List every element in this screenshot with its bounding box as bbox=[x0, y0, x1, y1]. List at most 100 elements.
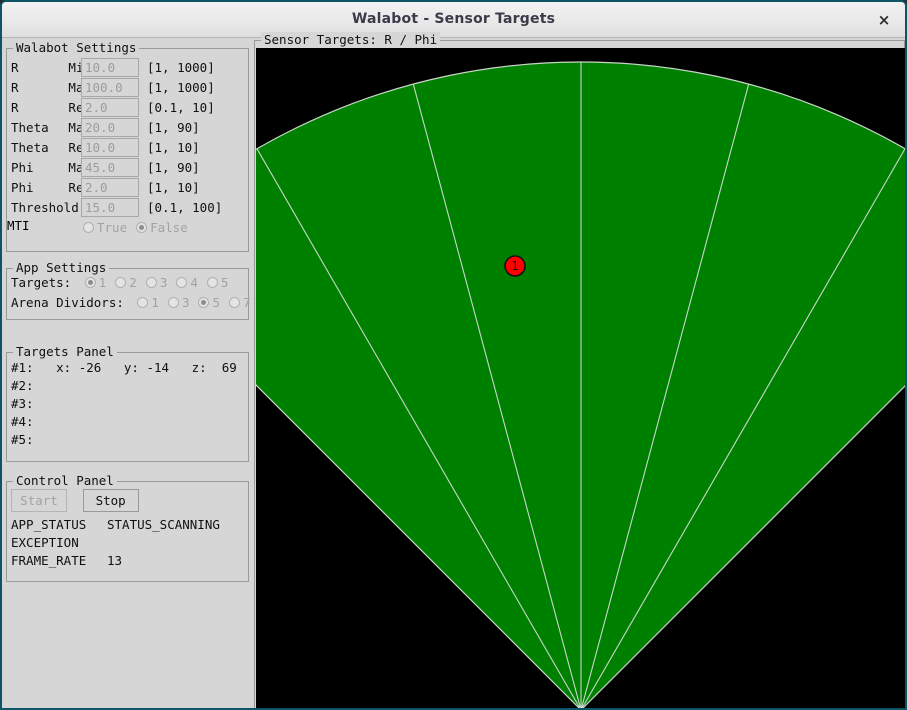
setting-label-primary: Threshold bbox=[11, 200, 79, 215]
target-readout-row: #2: bbox=[11, 378, 34, 393]
setting-value-input[interactable]: 10.0 bbox=[81, 138, 139, 157]
radar-canvas[interactable]: 1 bbox=[256, 48, 905, 708]
status-key: APP_STATUS bbox=[11, 517, 87, 532]
targets-panel: Targets Panel #1: x: -26 y: -14 z: 69 #2:… bbox=[6, 344, 249, 462]
arena-dividors-label: Arena Dividors: bbox=[11, 295, 124, 310]
setting-label-primary: Theta bbox=[11, 120, 49, 135]
arena-dividors-option[interactable]: 3 bbox=[167, 295, 189, 310]
status-row: FRAME_RATE 13 bbox=[7, 553, 248, 571]
radio-label: 2 bbox=[129, 275, 137, 290]
radio-unselected-icon bbox=[83, 222, 94, 233]
setting-range-hint: [1, 1000] bbox=[147, 60, 215, 75]
target-readout-row: #3: bbox=[11, 396, 34, 411]
setting-range-hint: [0.1, 100] bbox=[147, 200, 223, 215]
arena-dividors-option[interactable]: 1 bbox=[137, 295, 159, 310]
sensor-targets-title: Sensor Targets: R / Phi bbox=[261, 32, 441, 47]
target-index-label: 1 bbox=[511, 259, 518, 273]
radio-unselected-icon bbox=[137, 297, 149, 308]
setting-range-hint: [1, 1000] bbox=[147, 80, 215, 95]
targets-count-option[interactable]: 2 bbox=[115, 275, 137, 290]
setting-row: Threshold 15.0 [0.1, 100] bbox=[7, 198, 248, 218]
radio-unselected-icon bbox=[115, 277, 127, 288]
setting-range-hint: [1, 90] bbox=[147, 120, 200, 135]
setting-label-primary: R bbox=[11, 60, 19, 75]
radio-selected-icon bbox=[198, 297, 210, 308]
radio-label: 3 bbox=[159, 275, 168, 290]
targets-count-option[interactable]: 1 bbox=[84, 275, 107, 290]
radio-unselected-icon bbox=[176, 277, 188, 288]
status-key: FRAME_RATE bbox=[11, 553, 87, 568]
setting-range-hint: [1, 10] bbox=[147, 140, 200, 155]
setting-label-primary: R bbox=[11, 80, 19, 95]
radio-label: 4 bbox=[190, 275, 198, 290]
setting-value-input[interactable]: 2.0 bbox=[81, 178, 139, 197]
radar-svg: 1 bbox=[256, 61, 905, 708]
setting-row: Phi Max 45.0 [1, 90] bbox=[7, 158, 248, 178]
mti-option[interactable]: False bbox=[136, 220, 188, 235]
radio-label: 5 bbox=[220, 275, 229, 290]
walabot-settings-panel: Walabot Settings R Min 10.0 [1, 1000] R Max 10… bbox=[6, 40, 249, 252]
targets-count-options[interactable]: 1 2 3 4 5 bbox=[84, 275, 238, 290]
radio-label: True bbox=[97, 220, 128, 235]
mti-label: MTI bbox=[7, 218, 30, 233]
app-settings-panel: App Settings Targets: 12345 Arena Divido… bbox=[6, 260, 251, 320]
radio-unselected-icon bbox=[145, 277, 157, 288]
control-panel: Control Panel Start Stop APP_STATUS STATU… bbox=[6, 473, 249, 582]
setting-value-input[interactable]: 45.0 bbox=[81, 158, 139, 177]
control-panel-title: Control Panel bbox=[13, 473, 117, 488]
status-row: EXCEPTION bbox=[7, 535, 248, 553]
start-button[interactable]: Start bbox=[11, 489, 67, 512]
setting-row: R Max 100.0 [1, 1000] bbox=[7, 78, 248, 98]
setting-range-hint: [0.1, 10] bbox=[147, 100, 215, 115]
arena-dividors-option[interactable]: 7 bbox=[229, 295, 251, 310]
target-readout-row: #1: x: -26 y: -14 z: 69 bbox=[11, 360, 237, 375]
app-window: Walabot - Sensor Targets × Walabot Setti… bbox=[0, 0, 907, 710]
walabot-settings-title: Walabot Settings bbox=[13, 40, 140, 55]
setting-row: Theta Max 20.0 [1, 90] bbox=[7, 118, 248, 138]
radar-target-marker[interactable]: 1 bbox=[504, 255, 526, 277]
window-title: Walabot - Sensor Targets bbox=[351, 11, 556, 27]
radio-unselected-icon bbox=[167, 297, 179, 308]
radio-label: 1 bbox=[98, 275, 107, 290]
targets-count-option[interactable]: 3 bbox=[145, 275, 168, 290]
setting-value-input[interactable]: 20.0 bbox=[81, 118, 139, 137]
targets-count-option[interactable]: 5 bbox=[206, 275, 229, 290]
app-settings-title: App Settings bbox=[13, 260, 110, 275]
setting-value-input[interactable]: 10.0 bbox=[81, 58, 139, 77]
setting-row: R Min 10.0 [1, 1000] bbox=[7, 58, 248, 78]
arena-dividors-option[interactable]: 5 bbox=[198, 295, 220, 310]
setting-value-input[interactable]: 100.0 bbox=[81, 78, 139, 97]
arena-dividors-options[interactable]: 1 3 5 7 bbox=[137, 295, 259, 310]
setting-value-input[interactable]: 15.0 bbox=[81, 198, 139, 217]
title-bar: Walabot - Sensor Targets × bbox=[2, 2, 905, 38]
close-icon[interactable]: × bbox=[871, 8, 897, 32]
status-value: 13 bbox=[107, 553, 123, 568]
walabot-settings-rows: R Min 10.0 [1, 1000] R Max 100.0 [1, 1000] R Res 2… bbox=[7, 49, 248, 244]
arena-dividors-row: Arena Dividors: 1 3 5 7 bbox=[7, 295, 251, 315]
status-key: EXCEPTION bbox=[11, 535, 79, 550]
setting-value-input[interactable]: 2.0 bbox=[81, 98, 139, 117]
setting-label-primary: Phi bbox=[11, 180, 34, 195]
target-readout-row: #4: bbox=[11, 414, 34, 429]
targets-count-label: Targets: bbox=[11, 275, 72, 290]
setting-row: Phi Res 2.0 [1, 10] bbox=[7, 178, 248, 198]
stop-button[interactable]: Stop bbox=[82, 489, 139, 512]
mti-row: MTI True False bbox=[7, 218, 248, 238]
radio-label: 5 bbox=[212, 295, 221, 310]
setting-label-primary: Phi bbox=[11, 160, 34, 175]
control-buttons: Start Stop bbox=[7, 487, 248, 517]
mti-options[interactable]: True False bbox=[83, 220, 197, 235]
mti-option[interactable]: True bbox=[83, 220, 127, 235]
status-row: APP_STATUS STATUS_SCANNING bbox=[7, 517, 248, 535]
setting-row: Theta Res 10.0 [1, 10] bbox=[7, 138, 248, 158]
status-value: STATUS_SCANNING bbox=[107, 517, 220, 532]
radio-unselected-icon bbox=[229, 297, 241, 308]
targets-count-row: Targets: 1 2 3 4 5 bbox=[7, 275, 248, 295]
status-readout: APP_STATUS STATUS_SCANNING EXCEPTION FRAME_… bbox=[7, 517, 248, 571]
radio-selected-icon bbox=[136, 222, 148, 233]
targets-panel-title: Targets Panel bbox=[13, 344, 117, 359]
radio-unselected-icon bbox=[206, 277, 218, 288]
targets-count-option[interactable]: 4 bbox=[176, 275, 198, 290]
setting-label-primary: R bbox=[11, 100, 19, 115]
radio-label: 7 bbox=[243, 295, 251, 310]
